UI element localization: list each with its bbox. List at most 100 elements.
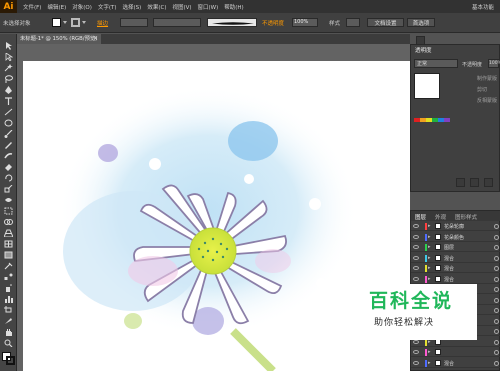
column-graph-tool-icon[interactable] [4,295,13,303]
stroke-label[interactable]: 描边 [97,19,108,27]
target-circle-icon[interactable] [494,308,499,313]
visibility-eye-icon[interactable] [413,350,419,354]
target-circle-icon[interactable] [494,255,499,261]
mesh-tool-icon[interactable] [4,240,13,248]
blend-tool-icon[interactable] [4,273,13,281]
expand-arrow-icon[interactable]: ▸ [428,255,431,261]
rotate-tool-icon[interactable] [4,174,13,182]
shape-builder-tool-icon[interactable] [4,218,13,226]
visibility-eye-icon[interactable] [413,234,419,239]
swatch-strip[interactable] [414,118,450,122]
target-circle-icon[interactable] [494,276,499,282]
eyedropper-tool-icon[interactable] [4,262,13,270]
menu-effect[interactable]: 效果(C) [147,3,166,11]
expand-arrow-icon[interactable]: ▸ [428,223,431,229]
layer-name[interactable]: 混合 [444,276,454,283]
layer-row[interactable]: ▸ 混合 [411,254,500,263]
target-circle-icon[interactable] [494,350,499,355]
target-circle-icon[interactable] [494,297,499,303]
slice-tool-icon[interactable] [4,317,13,325]
paintbrush-tool-icon[interactable] [4,130,13,138]
menu-file[interactable]: 文件(F) [23,3,41,11]
panel-icon[interactable] [484,178,493,187]
visibility-eye-icon[interactable] [413,339,419,344]
layer-row[interactable]: ▸ 混合 [411,264,500,273]
visibility-eye-icon[interactable] [413,360,419,365]
stroke-weight-field[interactable] [120,18,148,27]
layer-name[interactable]: 图层 [444,244,454,251]
transparency-opacity-field[interactable]: 100% [488,59,500,68]
chevron-down-icon[interactable] [82,21,86,24]
document-tab[interactable]: 未标题-1* @ 150% (RGB/预览) × [17,34,101,44]
perspective-grid-tool-icon[interactable] [4,229,13,237]
direct-selection-tool-icon[interactable] [4,53,13,61]
transparency-tab[interactable]: 透明度 [415,46,432,54]
variable-width-dropdown[interactable] [153,18,201,27]
layer-row[interactable]: ▸ 花朵颜色 [411,233,500,242]
artboard-tool-icon[interactable] [4,306,13,314]
layer-name[interactable]: 花朵轮廓 [444,223,464,230]
target-circle-icon[interactable] [494,266,499,271]
target-circle-icon[interactable] [494,245,499,250]
menu-edit[interactable]: 编辑(E) [47,3,66,11]
eraser-tool-icon[interactable] [4,163,13,171]
expand-arrow-icon[interactable]: ▸ [428,244,431,250]
workspace-switcher[interactable]: 基本功能 [472,3,494,11]
gradient-tool-icon[interactable] [4,251,13,259]
scale-tool-icon[interactable] [4,185,13,193]
menu-type[interactable]: 文字(T) [98,3,117,11]
layer-row[interactable]: ▸ 花朵轮廓 [411,222,500,231]
tab-graphic-styles[interactable]: 图形样式 [455,213,477,221]
opacity-field[interactable]: 100% [292,18,318,27]
blend-mode-dropdown[interactable]: 正常 [414,59,458,68]
target-circle-icon[interactable] [494,234,499,240]
clip-checkbox[interactable]: 剪切 [447,86,499,93]
tab-layers[interactable]: 图层 [415,213,426,221]
invert-mask-checkbox[interactable]: 反相蒙版 [447,97,499,104]
visibility-eye-icon[interactable] [413,245,419,249]
symbol-sprayer-tool-icon[interactable] [4,284,13,292]
expand-arrow-icon[interactable]: ▸ [428,265,431,271]
close-icon[interactable]: × [93,34,98,44]
graphic-style-dropdown[interactable] [346,18,360,27]
fill-swatch[interactable] [52,18,61,27]
chevron-down-icon[interactable] [63,21,67,24]
menu-window[interactable]: 窗口(W) [198,3,219,11]
stroke-swatch[interactable] [71,18,80,27]
visibility-eye-icon[interactable] [413,276,419,281]
target-circle-icon[interactable] [494,360,499,366]
preferences-button[interactable]: 首选项 [407,18,435,27]
layer-name[interactable]: 花朵颜色 [444,234,464,241]
expand-arrow-icon[interactable]: ▸ [428,276,431,282]
pencil-tool-icon[interactable] [4,141,13,149]
type-tool-icon[interactable] [4,97,13,105]
target-circle-icon[interactable] [494,224,499,229]
line-tool-icon[interactable] [4,108,13,116]
expand-arrow-icon[interactable]: ▸ [428,349,431,355]
width-tool-icon[interactable] [4,196,13,204]
make-mask-button[interactable]: 制作蒙版 [447,75,499,82]
layer-name[interactable]: 混合 [444,255,454,262]
blob-brush-tool-icon[interactable] [4,152,13,160]
layer-row[interactable]: ▸ 混合 [411,359,500,368]
expand-arrow-icon[interactable]: ▸ [428,360,431,366]
menu-help[interactable]: 帮助(H) [224,3,243,11]
zoom-tool-icon[interactable] [4,339,13,347]
menu-select[interactable]: 选择(S) [123,3,142,11]
target-circle-icon[interactable] [494,287,499,292]
brush-definition-dropdown[interactable] [207,18,257,27]
panel-icon[interactable] [456,178,465,187]
hand-tool-icon[interactable] [4,328,13,336]
visibility-eye-icon[interactable] [413,266,419,270]
ellipse-tool-icon[interactable] [4,119,13,127]
layer-row[interactable]: ▸ 图层 [411,243,500,252]
visibility-eye-icon[interactable] [413,224,419,228]
layer-row[interactable]: ▸ [411,348,500,357]
magic-wand-tool-icon[interactable] [4,64,13,72]
menu-object[interactable]: 对象(O) [72,3,92,11]
pen-tool-icon[interactable] [4,86,13,94]
layer-name[interactable]: 混合 [444,265,454,272]
selection-tool-icon[interactable] [4,42,13,50]
layer-row[interactable]: ▸ 混合 [411,275,500,284]
tab-appearance[interactable]: 外观 [435,213,446,221]
